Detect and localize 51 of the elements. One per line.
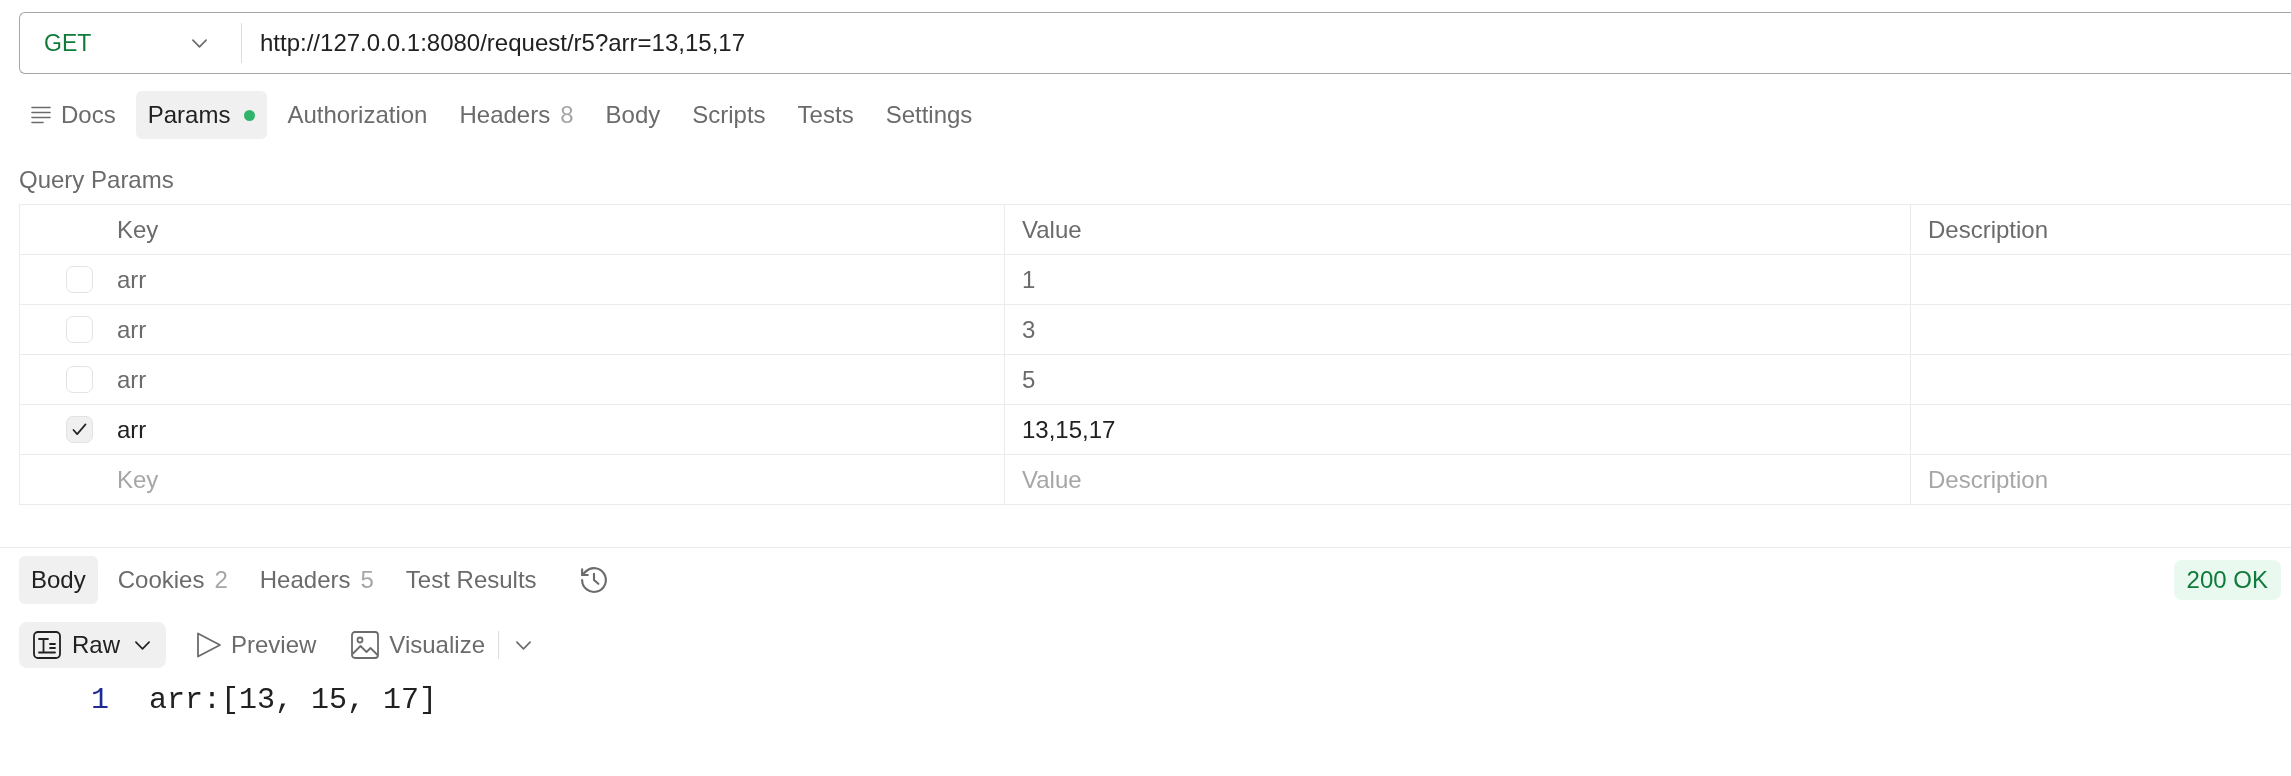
request-tab[interactable]: Docs <box>19 91 128 139</box>
tab-count: 8 <box>560 100 574 130</box>
param-value[interactable]: 3 <box>1022 311 1036 348</box>
format-dropdown[interactable]: Raw <box>19 622 166 668</box>
request-tab[interactable]: Settings <box>873 91 985 139</box>
request-tab[interactable]: Scripts <box>680 91 778 139</box>
chevron-down-icon <box>135 640 150 650</box>
param-key[interactable]: arr <box>117 361 147 398</box>
method-dropdown[interactable]: GET <box>19 12 241 74</box>
checkbox[interactable] <box>66 316 93 343</box>
request-tab[interactable]: Tests <box>785 91 866 139</box>
checkmark-icon <box>72 423 87 436</box>
request-tab[interactable]: Params <box>135 91 268 139</box>
tab-count: 5 <box>360 565 374 595</box>
column-header: Description <box>1928 214 2049 245</box>
section-title: Query Params <box>19 167 174 193</box>
column-header: Value <box>1022 214 1082 245</box>
checkbox[interactable] <box>66 416 93 443</box>
response-tab[interactable]: Test Results <box>393 556 549 604</box>
line-number: 1 <box>91 681 110 719</box>
response-tab[interactable]: Cookies 2 <box>105 556 240 604</box>
request-tab[interactable]: Headers 8 <box>447 91 586 139</box>
tab-count: 2 <box>214 565 228 595</box>
chevron-down-icon[interactable] <box>516 640 531 650</box>
value-field[interactable]: Value <box>1005 455 1911 504</box>
column-header: Key <box>117 214 159 245</box>
view-button[interactable]: Visualize <box>343 622 493 668</box>
response-tab[interactable]: Body <box>19 556 98 604</box>
key-field[interactable]: Key <box>20 455 1005 504</box>
chevron-down-icon <box>192 38 207 48</box>
response-tab[interactable]: Headers 5 <box>247 556 386 604</box>
param-key[interactable]: arr <box>117 411 147 448</box>
param-key[interactable]: arr <box>117 261 147 298</box>
code-text: arr:[13, 15, 17] <box>149 681 438 719</box>
view-button[interactable]: Preview <box>188 622 325 668</box>
request-tab[interactable]: Authorization <box>275 91 440 139</box>
status-badge: 200 OK <box>2173 560 2281 600</box>
text-format-icon <box>33 631 61 659</box>
request-tab[interactable]: Body <box>593 91 673 139</box>
url-field[interactable]: http://127.0.0.1:8080/request/r5?arr=13,15,17 <box>241 12 2291 74</box>
image-icon <box>351 631 380 659</box>
param-value[interactable]: 5 <box>1022 361 1036 398</box>
param-key[interactable]: arr <box>117 311 147 348</box>
play-icon <box>196 631 222 659</box>
history-icon[interactable] <box>578 565 609 595</box>
param-value[interactable]: 1 <box>1022 261 1036 298</box>
checkbox[interactable] <box>66 366 93 393</box>
checkbox[interactable] <box>66 266 93 293</box>
param-value[interactable]: 13,15,17 <box>1022 411 1116 448</box>
description-field[interactable]: Description <box>1911 455 2291 504</box>
docs-icon <box>31 106 51 124</box>
